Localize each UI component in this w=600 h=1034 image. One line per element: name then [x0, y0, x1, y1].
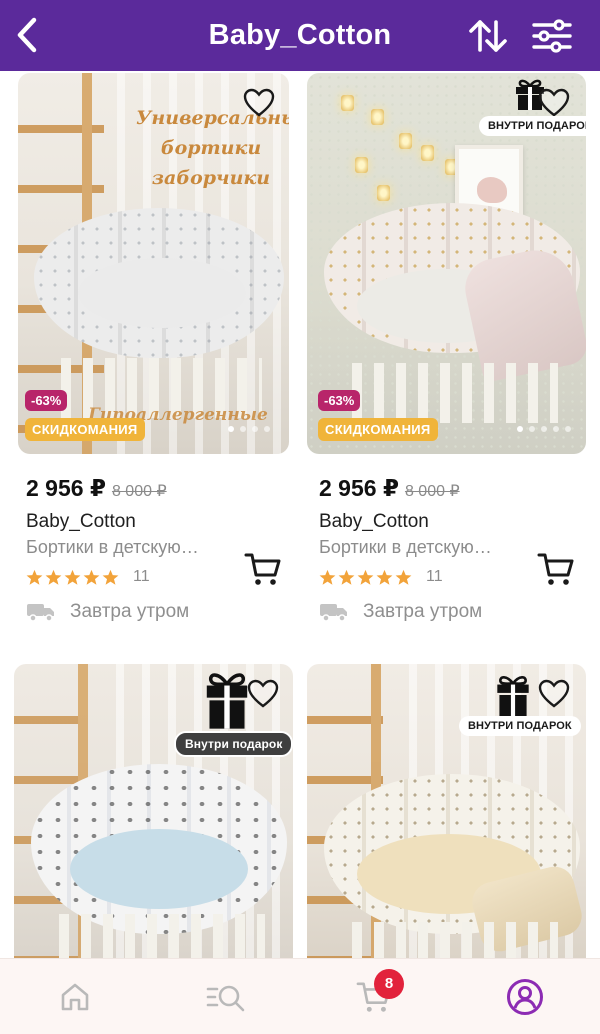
- delivery-info: Завтра утром: [319, 601, 482, 623]
- brand-name: Baby_Cotton: [319, 511, 429, 532]
- heart-outline-icon: [538, 88, 570, 117]
- truck-icon: [27, 604, 54, 622]
- home-icon: [61, 983, 89, 1011]
- heart-outline-icon: [538, 679, 570, 708]
- sort-arrows-icon: [469, 20, 507, 52]
- price: 2 956 ₽: [26, 475, 106, 501]
- reviews-count: 11: [426, 568, 443, 585]
- catalog-search-icon: [206, 985, 245, 1012]
- cart-icon: [244, 553, 281, 585]
- product-card[interactable]: Внутри подарок: [14, 664, 293, 958]
- product-image[interactable]: ВНУТРИ ПОДАРОК: [307, 664, 586, 958]
- image-pagination: [517, 426, 571, 432]
- product-image[interactable]: ВНУТРИ ПОДАРОК -63% СКИДКОМАНИЯ: [307, 73, 586, 454]
- gift-badge: Внутри подарок: [174, 731, 293, 757]
- rating: 11: [319, 568, 443, 586]
- star-icon: [319, 569, 336, 585]
- old-price: 8 000 ₽: [404, 483, 460, 500]
- cart-icon: [537, 553, 574, 585]
- star-icon: [102, 569, 119, 585]
- delivery-text: Завтра утром: [70, 601, 190, 622]
- product-name: Бортики в детскую…: [26, 537, 199, 557]
- gift-badge: ВНУТРИ ПОДАРОК: [479, 116, 586, 136]
- string-lights: [337, 85, 467, 205]
- bottom-navigation: [0, 958, 600, 1034]
- add-to-cart-button[interactable]: [242, 549, 284, 589]
- truck-icon: [320, 604, 347, 622]
- favorite-button[interactable]: [244, 676, 282, 712]
- star-icon: [26, 569, 43, 585]
- profile-icon: [507, 979, 543, 1015]
- chevron-left-icon: [17, 17, 37, 53]
- price-row: 2 956 ₽ 8 000 ₽: [319, 475, 460, 502]
- tab-profile[interactable]: [503, 977, 547, 1017]
- delivery-text: Завтра утром: [363, 601, 483, 622]
- star-icon: [45, 569, 62, 585]
- top-app-bar: Baby_Cotton: [0, 0, 600, 71]
- star-icon: [338, 569, 355, 585]
- gift-badge: ВНУТРИ ПОДАРОК: [459, 716, 581, 736]
- tab-home[interactable]: [53, 977, 97, 1017]
- star-icon: [83, 569, 100, 585]
- product-card[interactable]: Универсальные бортики заборчики Гипоалле…: [14, 71, 292, 631]
- filter-button[interactable]: [527, 14, 577, 58]
- heart-outline-icon: [247, 679, 279, 708]
- back-button[interactable]: [10, 14, 44, 56]
- product-card[interactable]: ВНУТРИ ПОДАРОК -63% СКИДКОМАНИЯ 2 956 ₽ …: [307, 71, 586, 631]
- sort-button[interactable]: [464, 14, 512, 58]
- promo-badge: СКИДКОМАНИЯ: [318, 418, 438, 441]
- star-icon: [357, 569, 374, 585]
- product-card[interactable]: ВНУТРИ ПОДАРОК: [307, 664, 586, 958]
- brand-name: Baby_Cotton: [26, 511, 136, 532]
- product-image[interactable]: Внутри подарок: [14, 664, 293, 958]
- heart-outline-icon: [243, 88, 275, 117]
- favorite-button[interactable]: [240, 85, 278, 121]
- reviews-count: 11: [133, 568, 150, 585]
- filter-sliders-icon: [532, 19, 572, 53]
- add-to-cart-button[interactable]: [535, 549, 577, 589]
- product-image[interactable]: Универсальные бортики заборчики Гипоалле…: [18, 73, 289, 454]
- image-pagination: [228, 426, 270, 432]
- promo-badge: СКИДКОМАНИЯ: [25, 418, 145, 441]
- tab-catalog[interactable]: [202, 977, 250, 1017]
- star-icon: [64, 569, 81, 585]
- product-name: Бортики в детскую…: [319, 537, 492, 557]
- star-icon: [376, 569, 393, 585]
- delivery-info: Завтра утром: [26, 601, 189, 623]
- discount-badge: -63%: [318, 390, 361, 411]
- old-price: 8 000 ₽: [111, 483, 167, 500]
- favorite-button[interactable]: [535, 676, 573, 712]
- gift-icon: [497, 676, 529, 717]
- cart-count-badge: 8: [374, 969, 404, 999]
- star-icon: [395, 569, 412, 585]
- price: 2 956 ₽: [319, 475, 399, 501]
- discount-badge: -63%: [25, 390, 68, 411]
- rating: 11: [26, 568, 150, 586]
- price-row: 2 956 ₽ 8 000 ₽: [26, 475, 167, 502]
